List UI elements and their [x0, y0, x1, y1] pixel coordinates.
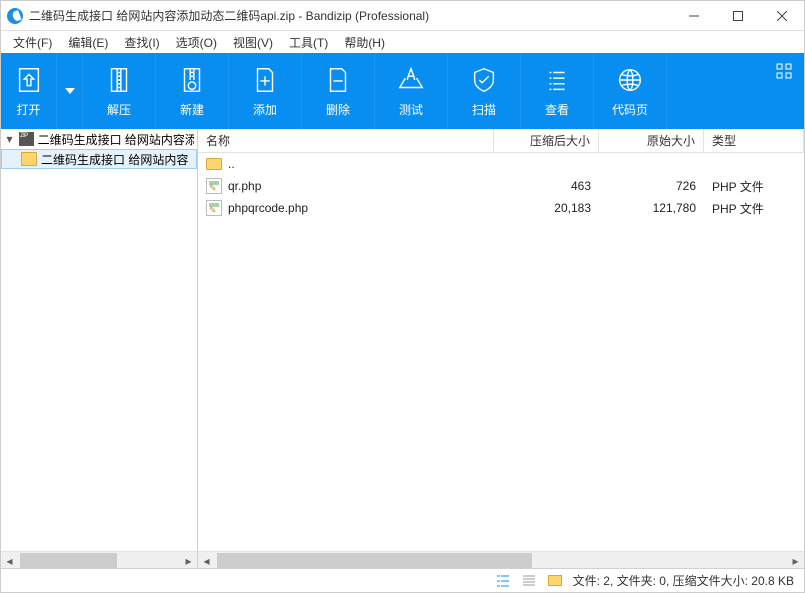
menu-view[interactable]: 视图(V): [225, 32, 281, 53]
list-compact-icon[interactable]: [521, 573, 537, 589]
tree-root-label: 二维码生成接口 给网站内容添加: [38, 131, 194, 148]
app-icon: [7, 8, 23, 24]
php-file-icon: [206, 200, 222, 216]
add-icon: [250, 65, 280, 95]
layout-toggle-button[interactable]: [774, 61, 794, 81]
test-label: 测试: [399, 101, 423, 118]
zip-icon: [19, 132, 34, 146]
chevron-down-icon: [65, 88, 75, 94]
file-name: phpqrcode.php: [228, 201, 308, 215]
scroll-right-button[interactable]: ▸: [787, 552, 804, 569]
menu-edit[interactable]: 编辑(E): [60, 32, 116, 53]
menu-help[interactable]: 帮助(H): [336, 32, 393, 53]
file-osize: 726: [599, 179, 704, 193]
scrollbar-track[interactable]: [215, 552, 787, 568]
view-icon: [542, 65, 572, 95]
toolbar: 打开 解压 新建 添加 删除 测试 扫描 查看 代码页: [1, 53, 804, 129]
test-button[interactable]: 测试: [375, 53, 448, 129]
grid-icon: [776, 63, 792, 79]
tree-root-item[interactable]: ▾ 二维码生成接口 给网站内容添加: [1, 129, 197, 149]
add-label: 添加: [253, 101, 277, 118]
list-header: 名称 压缩后大小 原始大小 类型: [198, 129, 804, 153]
horizontal-scrollbars: ◂ ▸ ◂ ▸: [1, 551, 804, 568]
folder-tree[interactable]: ▾ 二维码生成接口 给网站内容添加 二维码生成接口 给网站内容: [1, 129, 198, 551]
folder-icon: [206, 158, 222, 170]
codepage-icon: [615, 65, 645, 95]
scan-label: 扫描: [472, 101, 496, 118]
file-name: qr.php: [228, 179, 261, 193]
file-type: PHP 文件: [704, 178, 804, 195]
tree-child-label: 二维码生成接口 给网站内容: [41, 151, 188, 168]
list-item[interactable]: ..: [198, 153, 804, 175]
list-item[interactable]: qr.php 463 726 PHP 文件: [198, 175, 804, 197]
menu-file[interactable]: 文件(F): [5, 32, 60, 53]
menu-find[interactable]: 查找(I): [116, 32, 167, 53]
extract-icon: [104, 65, 134, 95]
status-text: 文件: 2, 文件夹: 0, 压缩文件大小: 20.8 KB: [573, 572, 794, 589]
chevron-down-icon[interactable]: ▾: [4, 133, 15, 145]
tree-child-item[interactable]: 二维码生成接口 给网站内容: [1, 149, 197, 169]
minimize-button[interactable]: [672, 2, 716, 30]
scroll-right-button[interactable]: ▸: [180, 552, 197, 569]
open-icon: [14, 65, 44, 95]
open-label: 打开: [16, 101, 40, 118]
open-button[interactable]: 打开: [1, 53, 57, 129]
codepage-label: 代码页: [612, 101, 648, 118]
scroll-left-button[interactable]: ◂: [1, 552, 18, 569]
open-dropdown[interactable]: [57, 53, 83, 129]
maximize-button[interactable]: [716, 2, 760, 30]
col-name[interactable]: 名称: [198, 129, 494, 152]
scrollbar-thumb[interactable]: [217, 553, 532, 568]
file-type: PHP 文件: [704, 200, 804, 217]
view-button[interactable]: 查看: [521, 53, 594, 129]
codepage-button[interactable]: 代码页: [594, 53, 667, 129]
col-original-size[interactable]: 原始大小: [599, 129, 704, 152]
file-csize: 463: [494, 179, 599, 193]
menu-tools[interactable]: 工具(T): [281, 32, 336, 53]
extract-label: 解压: [107, 101, 131, 118]
scan-icon: [469, 65, 499, 95]
extract-button[interactable]: 解压: [83, 53, 156, 129]
delete-label: 删除: [326, 101, 350, 118]
list-detail-icon[interactable]: [495, 573, 511, 589]
view-label: 查看: [545, 101, 569, 118]
list-item[interactable]: phpqrcode.php 20,183 121,780 PHP 文件: [198, 197, 804, 219]
scrollbar-track[interactable]: [18, 552, 180, 568]
col-compressed-size[interactable]: 压缩后大小: [494, 129, 599, 152]
scroll-left-button[interactable]: ◂: [198, 552, 215, 569]
php-file-icon: [206, 178, 222, 194]
menu-options[interactable]: 选项(O): [168, 32, 225, 53]
folder-icon: [21, 152, 37, 166]
col-type[interactable]: 类型: [704, 129, 804, 152]
scrollbar-thumb[interactable]: [20, 553, 117, 568]
new-button[interactable]: 新建: [156, 53, 229, 129]
window-title: 二维码生成接口 给网站内容添加动态二维码api.zip - Bandizip (…: [29, 7, 672, 24]
delete-icon: [323, 65, 353, 95]
add-button[interactable]: 添加: [229, 53, 302, 129]
file-list[interactable]: .. qr.php 463 726 PHP 文件 phpqrcode.php 2…: [198, 153, 804, 551]
file-osize: 121,780: [599, 201, 704, 215]
scan-button[interactable]: 扫描: [448, 53, 521, 129]
folder-status-icon[interactable]: [547, 573, 563, 589]
delete-button[interactable]: 删除: [302, 53, 375, 129]
file-name: ..: [228, 157, 235, 171]
file-csize: 20,183: [494, 201, 599, 215]
new-label: 新建: [180, 101, 204, 118]
menubar: 文件(F) 编辑(E) 查找(I) 选项(O) 视图(V) 工具(T) 帮助(H…: [1, 31, 804, 53]
new-icon: [177, 65, 207, 95]
status-bar: 文件: 2, 文件夹: 0, 压缩文件大小: 20.8 KB: [1, 568, 804, 592]
test-icon: [396, 65, 426, 95]
close-button[interactable]: [760, 2, 804, 30]
